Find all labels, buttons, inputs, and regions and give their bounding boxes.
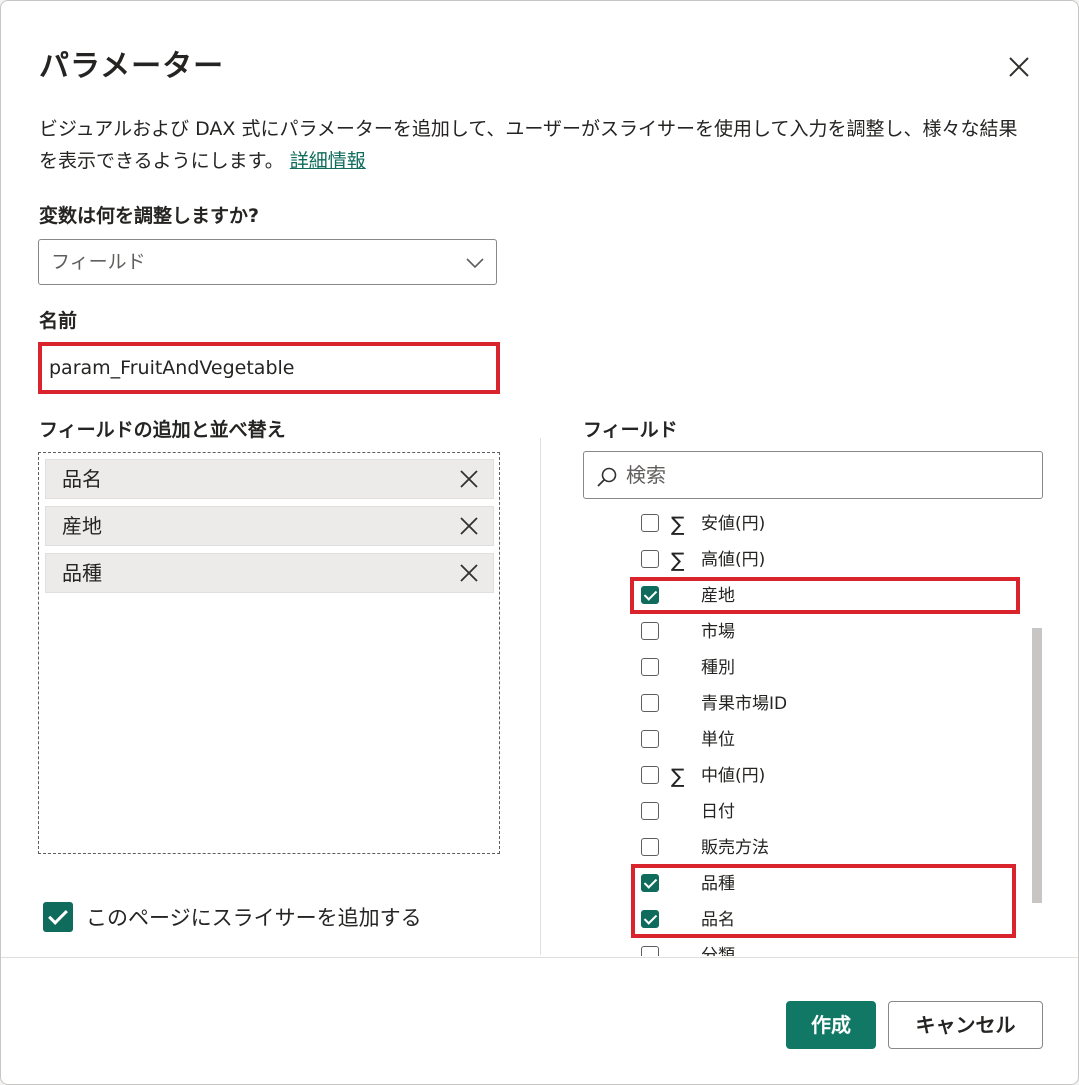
remove-icon[interactable] (459, 516, 479, 536)
checkbox[interactable] (641, 730, 659, 748)
name-input[interactable]: param_FruitAndVegetable (38, 342, 500, 394)
learn-more-link[interactable]: 詳細情報 (290, 150, 366, 172)
dialog-description: ビジュアルおよび DAX 式にパラメーターを追加して、ユーザーがスライサーを使用… (39, 113, 1029, 177)
parameter-dialog: パラメーター ビジュアルおよび DAX 式にパラメーターを追加して、ユーザーがス… (0, 0, 1079, 1085)
add-slicer-checkbox[interactable] (43, 902, 73, 932)
field-item-label: 安値(円) (701, 514, 766, 534)
checkbox[interactable] (641, 694, 659, 712)
create-button[interactable]: 作成 (786, 1001, 876, 1049)
field-item-label: 単位 (701, 730, 735, 750)
remove-icon[interactable] (459, 469, 479, 489)
sigma-icon: ∑ (671, 512, 685, 536)
add-slicer-label: このページにスライサーを追加する (86, 906, 422, 930)
field-item-label: 高値(円) (701, 550, 766, 570)
cancel-button[interactable]: キャンセル (888, 1001, 1043, 1049)
checkbox[interactable] (641, 766, 659, 784)
description-text: ビジュアルおよび DAX 式にパラメーターを追加して、ユーザーがスライサーを使用… (39, 118, 1018, 172)
sigma-icon: ∑ (671, 548, 685, 572)
chip-label: 産地 (62, 514, 102, 538)
selected-field-chip[interactable]: 品種 (45, 553, 494, 593)
field-item-label: 青果市場ID (701, 694, 788, 714)
sigma-icon: ∑ (671, 764, 685, 788)
remove-icon[interactable] (459, 563, 479, 583)
chip-label: 品種 (62, 561, 102, 585)
checkbox[interactable] (641, 802, 659, 820)
variable-selected-value: フィールド (51, 251, 146, 273)
checkbox[interactable] (641, 550, 659, 568)
field-item-label: 市場 (701, 622, 735, 642)
search-placeholder: 検索 (626, 463, 666, 487)
checkbox[interactable] (641, 838, 659, 856)
close-button[interactable] (1001, 49, 1037, 85)
selected-fields-label: フィールドの追加と並べ替え (39, 419, 286, 441)
checkbox[interactable] (641, 622, 659, 640)
column-divider (540, 438, 541, 955)
dialog-title: パラメーター (39, 49, 225, 84)
fields-label: フィールド (583, 419, 678, 441)
selected-fields-box[interactable]: 品名 産地 品種 (38, 452, 500, 854)
field-item-label: 中値(円) (701, 766, 766, 786)
highlight-box (631, 864, 1016, 938)
selected-field-chip[interactable]: 品名 (45, 459, 494, 499)
chip-label: 品名 (62, 467, 102, 491)
field-item-label: 日付 (701, 802, 735, 822)
chevron-down-icon (466, 258, 484, 269)
close-icon (1009, 57, 1029, 77)
checkbox[interactable] (641, 514, 659, 532)
variable-label: 変数は何を調整しますか? (39, 205, 260, 227)
checkbox[interactable] (641, 946, 659, 956)
highlight-box (630, 577, 1020, 614)
footer-divider (1, 957, 1078, 958)
field-search-input[interactable]: 検索 (583, 451, 1043, 499)
field-list-scrollbar[interactable] (1032, 628, 1042, 903)
variable-dropdown[interactable]: フィールド (38, 239, 497, 285)
checkbox[interactable] (641, 658, 659, 676)
selected-field-chip[interactable]: 産地 (45, 506, 494, 546)
field-item-label: 種別 (701, 658, 735, 678)
search-icon (597, 467, 617, 487)
field-item-label: 販売方法 (701, 838, 769, 858)
name-label: 名前 (39, 310, 78, 332)
field-item-label: 分類 (701, 946, 735, 956)
